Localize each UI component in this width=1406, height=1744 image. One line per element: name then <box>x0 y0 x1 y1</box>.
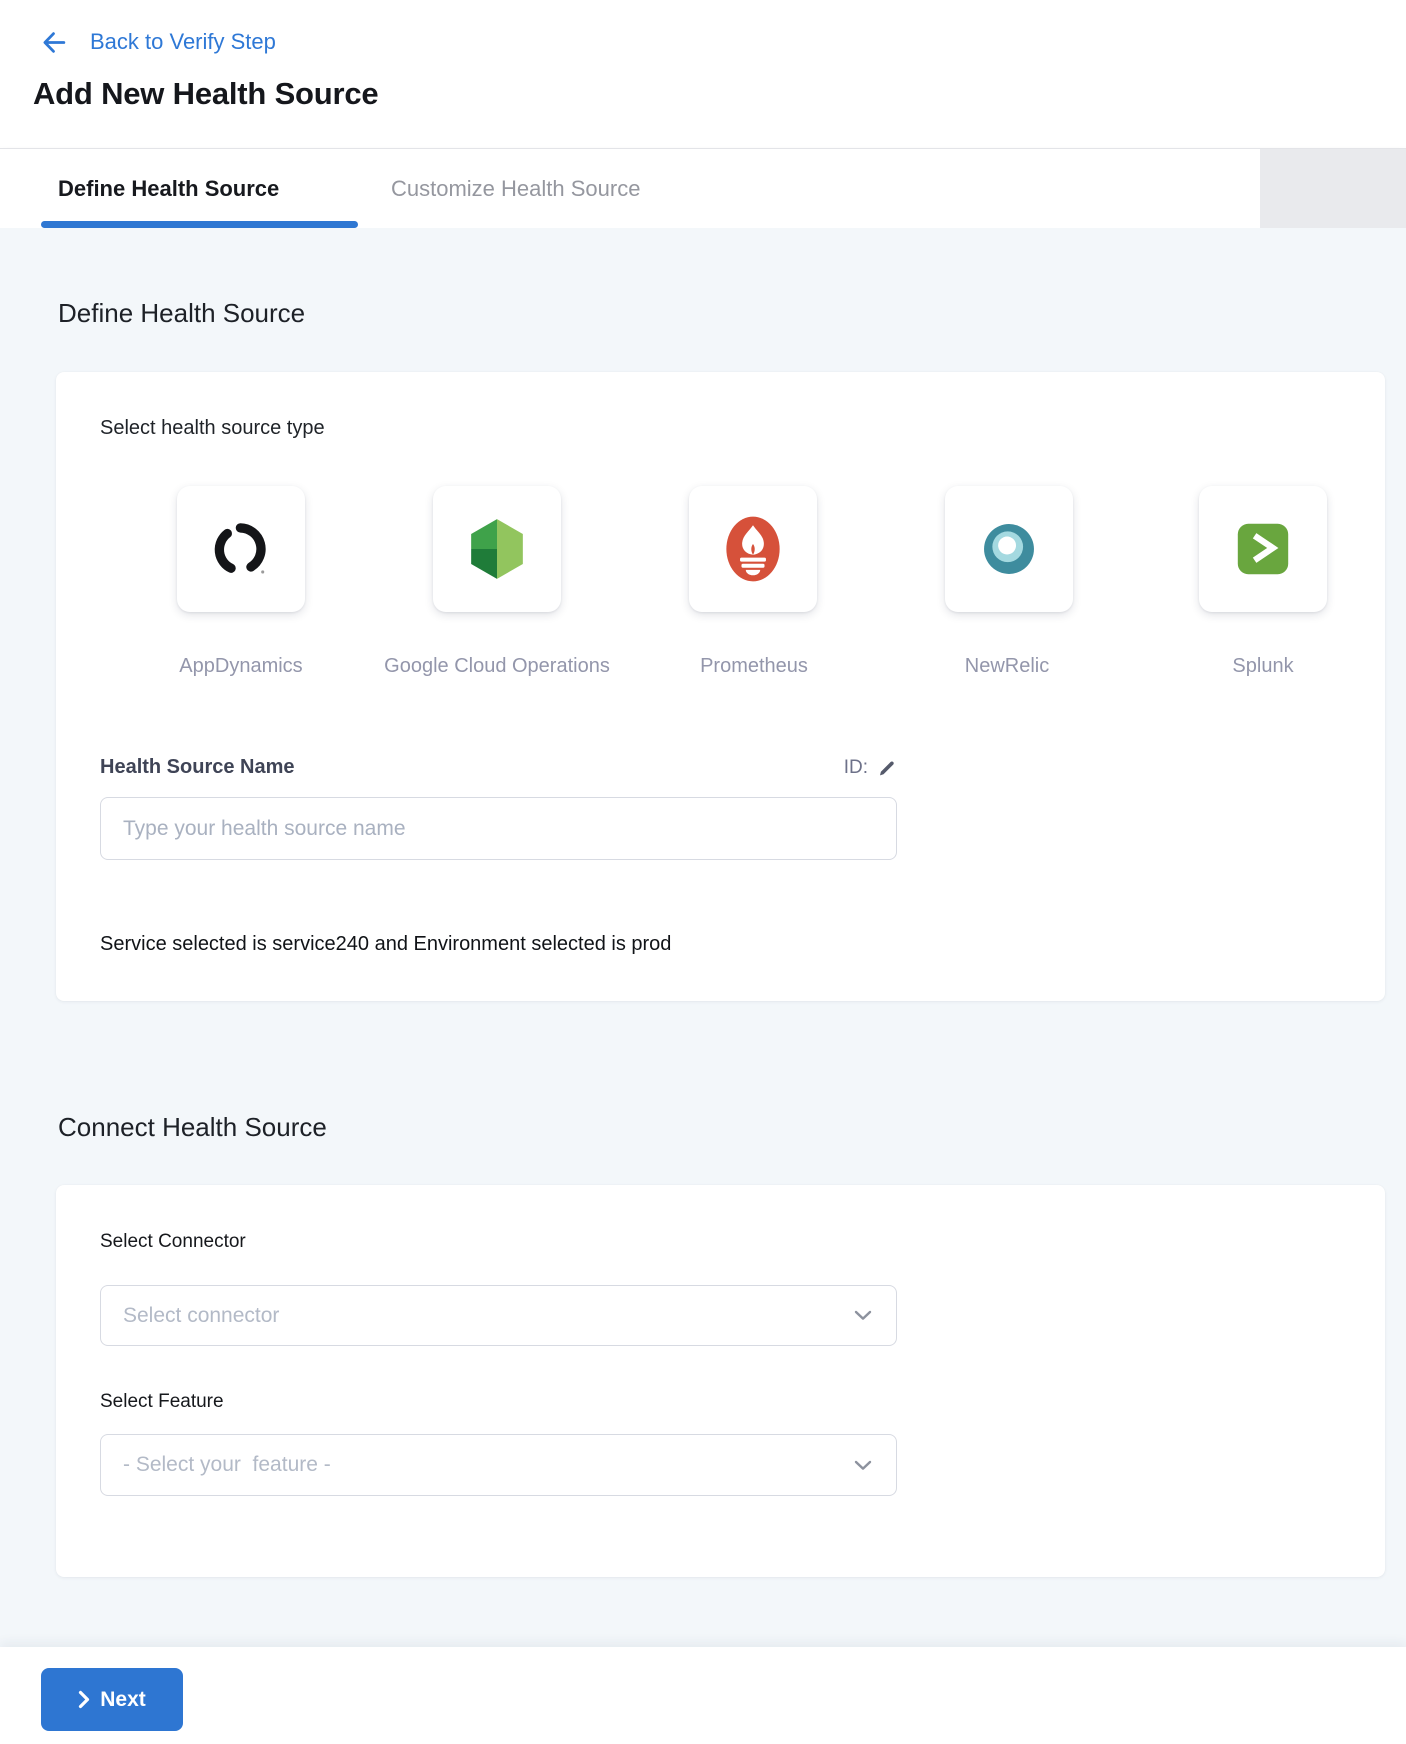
header: Back to Verify Step Add New Health Sourc… <box>0 0 1406 148</box>
arrow-left-icon <box>41 29 68 56</box>
health-source-name-input[interactable] <box>100 797 897 860</box>
source-tile-google-cloud-operations[interactable] <box>433 486 561 612</box>
source-tile-newrelic[interactable] <box>945 486 1073 612</box>
source-tile-appdynamics[interactable] <box>177 486 305 612</box>
newrelic-icon <box>977 517 1041 581</box>
page-title: Add New Health Source <box>33 76 378 112</box>
connect-health-source-card: Select Connector Select connector Select… <box>56 1185 1385 1577</box>
source-tile-splunk[interactable] <box>1199 486 1327 612</box>
connect-section-heading: Connect Health Source <box>58 1112 327 1143</box>
tab-customize-health-source[interactable]: Customize Health Source <box>391 149 640 229</box>
edit-pencil-icon[interactable] <box>877 758 897 778</box>
source-tile-prometheus[interactable] <box>689 486 817 612</box>
feature-select-value: - Select your feature - <box>123 1453 331 1477</box>
back-link-label: Back to Verify Step <box>90 29 276 55</box>
content-area: Define Health Source Select health sourc… <box>0 228 1406 1647</box>
select-feature-label: Select Feature <box>100 1391 224 1413</box>
tabbar-right-strip <box>1260 149 1406 229</box>
id-group: ID: <box>844 757 897 779</box>
chevron-down-icon <box>854 1460 872 1471</box>
chevron-right-icon <box>78 1690 90 1709</box>
splunk-icon <box>1228 514 1298 584</box>
connector-select[interactable]: Select connector <box>100 1285 897 1346</box>
feature-select[interactable]: - Select your feature - <box>100 1434 897 1496</box>
prometheus-icon <box>717 513 789 585</box>
appdynamics-icon <box>210 518 272 580</box>
source-label-splunk: Splunk <box>1103 655 1406 678</box>
select-type-label: Select health source type <box>100 417 325 440</box>
connector-select-value: Select connector <box>123 1304 279 1328</box>
selection-note: Service selected is service240 and Envir… <box>100 933 671 956</box>
define-section-heading: Define Health Source <box>58 298 305 329</box>
chevron-down-icon <box>854 1310 872 1321</box>
define-health-source-card: Select health source type <box>56 372 1385 1001</box>
add-health-source-drawer: Back to Verify Step Add New Health Sourc… <box>0 0 1406 1744</box>
tab-bar: Define Health Source Customize Health So… <box>0 148 1406 228</box>
health-source-name-label: Health Source Name <box>100 756 295 779</box>
id-label: ID: <box>844 757 868 779</box>
google-cloud-operations-icon <box>463 515 531 583</box>
next-button-label: Next <box>100 1688 146 1712</box>
name-row: Health Source Name ID: <box>100 756 897 779</box>
active-tab-underline <box>41 221 358 228</box>
next-button[interactable]: Next <box>41 1668 183 1731</box>
back-link[interactable]: Back to Verify Step <box>41 26 276 58</box>
tab-define-health-source[interactable]: Define Health Source <box>58 149 279 229</box>
footer: Next <box>0 1647 1406 1744</box>
select-connector-label: Select Connector <box>100 1231 246 1253</box>
